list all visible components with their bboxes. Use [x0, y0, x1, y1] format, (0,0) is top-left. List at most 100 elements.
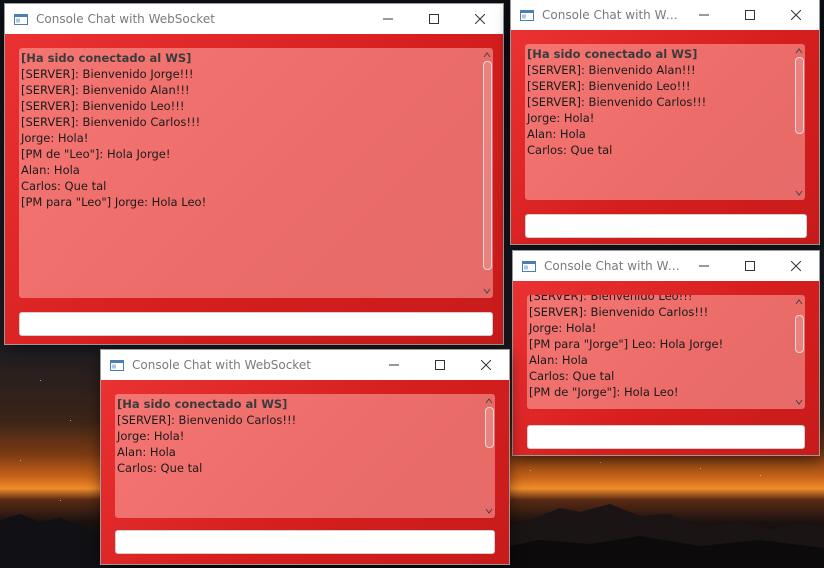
chat-line: [SERVER]: Bienvenido Alan!!!	[21, 83, 190, 97]
window-title: Console Chat with WebS...	[542, 8, 681, 22]
title-bar[interactable]: Console Chat with WebSocket	[5, 4, 503, 34]
window-body: [Ha sido conectado al WS] [SERVER]: Bien…	[101, 380, 509, 564]
chat-line: [SERVER]: Bienvenido Carlos!!!	[529, 305, 709, 319]
window-body: [SERVER]: Bienvenido Leo!!! [SERVER]: Bi…	[513, 281, 819, 455]
chat-log[interactable]: [SERVER]: Bienvenido Leo!!! [SERVER]: Bi…	[527, 295, 805, 409]
chat-line: Alan: Hola	[529, 353, 588, 367]
chat-line: Carlos: Que tal	[527, 143, 613, 157]
chat-window-leo: Console Chat with Web... [SERVER]: Bienv…	[513, 251, 819, 455]
maximize-button[interactable]	[727, 0, 773, 30]
maximize-button[interactable]	[411, 4, 457, 34]
maximize-icon	[745, 10, 755, 20]
window-app-icon	[522, 260, 536, 272]
scroll-down-arrow-icon[interactable]	[795, 397, 803, 407]
close-icon	[791, 10, 801, 20]
close-icon	[475, 14, 485, 24]
chat-line: [SERVER]: Bienvenido Carlos!!!	[21, 115, 201, 129]
message-input[interactable]	[19, 312, 493, 336]
chat-log[interactable]: [Ha sido conectado al WS] [SERVER]: Bien…	[525, 44, 805, 200]
chat-line: Alan: Hola	[21, 163, 80, 177]
chat-line: [Ha sido conectado al WS]	[527, 47, 698, 61]
chat-line: [PM de "Jorge"]: Hola Leo!	[529, 385, 679, 399]
scroll-up-arrow-icon[interactable]	[485, 396, 493, 406]
title-bar[interactable]: Console Chat with Web...	[513, 251, 819, 281]
chat-lines: [Ha sido conectado al WS] [SERVER]: Bien…	[117, 396, 481, 518]
chat-line: Carlos: Que tal	[529, 369, 615, 383]
chat-line: [SERVER]: Bienvenido Leo!!!	[527, 79, 691, 93]
chat-line: Jorge: Hola!	[21, 131, 89, 145]
chat-window-carlos: Console Chat with WebSocket [Ha sido con…	[101, 350, 509, 564]
scroll-up-arrow-icon[interactable]	[795, 297, 803, 307]
maximize-icon	[745, 261, 755, 271]
chat-line: [Ha sido conectado al WS]	[117, 397, 288, 411]
maximize-button[interactable]	[417, 350, 463, 380]
scroll-down-arrow-icon[interactable]	[795, 188, 803, 198]
chat-line: [SERVER]: Bienvenido Alan!!!	[527, 63, 696, 77]
window-app-icon	[110, 359, 124, 371]
chat-line: Alan: Hola	[527, 127, 586, 141]
maximize-icon	[435, 360, 445, 370]
window-title: Console Chat with Web...	[544, 259, 681, 273]
chat-window-jorge: Console Chat with WebSocket [Ha sido con…	[5, 4, 503, 344]
scrollbar-thumb[interactable]	[485, 407, 494, 448]
chat-line: Jorge: Hola!	[117, 429, 185, 443]
vertical-scrollbar[interactable]	[793, 44, 805, 200]
scroll-down-arrow-icon[interactable]	[485, 506, 493, 516]
chat-lines: [Ha sido conectado al WS] [SERVER]: Bien…	[527, 46, 791, 200]
chat-log[interactable]: [Ha sido conectado al WS] [SERVER]: Bien…	[19, 48, 493, 298]
chat-line: [Ha sido conectado al WS]	[21, 51, 192, 65]
window-app-icon	[14, 13, 28, 25]
scroll-up-arrow-icon[interactable]	[795, 46, 803, 56]
vertical-scrollbar[interactable]	[481, 48, 493, 298]
window-app-icon	[520, 9, 534, 21]
message-input[interactable]	[527, 425, 805, 449]
minimize-icon	[389, 364, 399, 366]
minimize-button[interactable]	[365, 4, 411, 34]
chat-line: [SERVER]: Bienvenido Jorge!!!	[21, 67, 194, 81]
chat-line: Jorge: Hola!	[529, 321, 597, 335]
scroll-up-arrow-icon[interactable]	[483, 50, 491, 60]
chat-line: Carlos: Que tal	[21, 179, 107, 193]
chat-lines: [SERVER]: Bienvenido Leo!!! [SERVER]: Bi…	[529, 295, 791, 409]
minimize-button[interactable]	[681, 0, 727, 30]
window-title: Console Chat with WebSocket	[36, 12, 215, 26]
scroll-down-arrow-icon[interactable]	[483, 286, 491, 296]
scrollbar-thumb[interactable]	[795, 315, 804, 353]
chat-line: [PM para "Leo"] Jorge: Hola Leo!	[21, 195, 207, 209]
close-button[interactable]	[773, 251, 819, 281]
minimize-icon	[699, 265, 709, 267]
close-button[interactable]	[773, 0, 819, 30]
mountain-silhouette	[500, 504, 824, 568]
message-input[interactable]	[525, 214, 807, 238]
scrollbar-thumb[interactable]	[795, 57, 804, 134]
message-input[interactable]	[115, 530, 495, 554]
chat-window-alan: Console Chat with WebS... [Ha sido conec…	[511, 0, 819, 244]
minimize-icon	[699, 14, 709, 16]
mountain-silhouette-left	[0, 514, 110, 568]
chat-line: [SERVER]: Bienvenido Leo!!!	[21, 99, 185, 113]
vertical-scrollbar[interactable]	[483, 394, 495, 518]
chat-line: [SERVER]: Bienvenido Carlos!!!	[527, 95, 707, 109]
chat-log[interactable]: [Ha sido conectado al WS] [SERVER]: Bien…	[115, 394, 495, 518]
window-body: [Ha sido conectado al WS] [SERVER]: Bien…	[511, 30, 819, 244]
minimize-button[interactable]	[681, 251, 727, 281]
close-icon	[791, 261, 801, 271]
close-button[interactable]	[463, 350, 509, 380]
minimize-button[interactable]	[371, 350, 417, 380]
chat-lines: [Ha sido conectado al WS] [SERVER]: Bien…	[21, 50, 479, 298]
chat-line: Carlos: Que tal	[117, 461, 203, 475]
title-bar[interactable]: Console Chat with WebSocket	[101, 350, 509, 380]
chat-line: [SERVER]: Bienvenido Carlos!!!	[117, 413, 297, 427]
maximize-button[interactable]	[727, 251, 773, 281]
window-body: [Ha sido conectado al WS] [SERVER]: Bien…	[5, 34, 503, 344]
scrollbar-thumb[interactable]	[483, 61, 492, 270]
chat-line: [SERVER]: Bienvenido Leo!!!	[529, 295, 693, 303]
window-title: Console Chat with WebSocket	[132, 358, 311, 372]
close-icon	[481, 360, 491, 370]
close-button[interactable]	[457, 4, 503, 34]
vertical-scrollbar[interactable]	[793, 295, 805, 409]
maximize-icon	[429, 14, 439, 24]
chat-line: Jorge: Hola!	[527, 111, 595, 125]
title-bar[interactable]: Console Chat with WebS...	[511, 0, 819, 30]
chat-line: [PM para "Jorge"] Leo: Hola Jorge!	[529, 337, 724, 351]
